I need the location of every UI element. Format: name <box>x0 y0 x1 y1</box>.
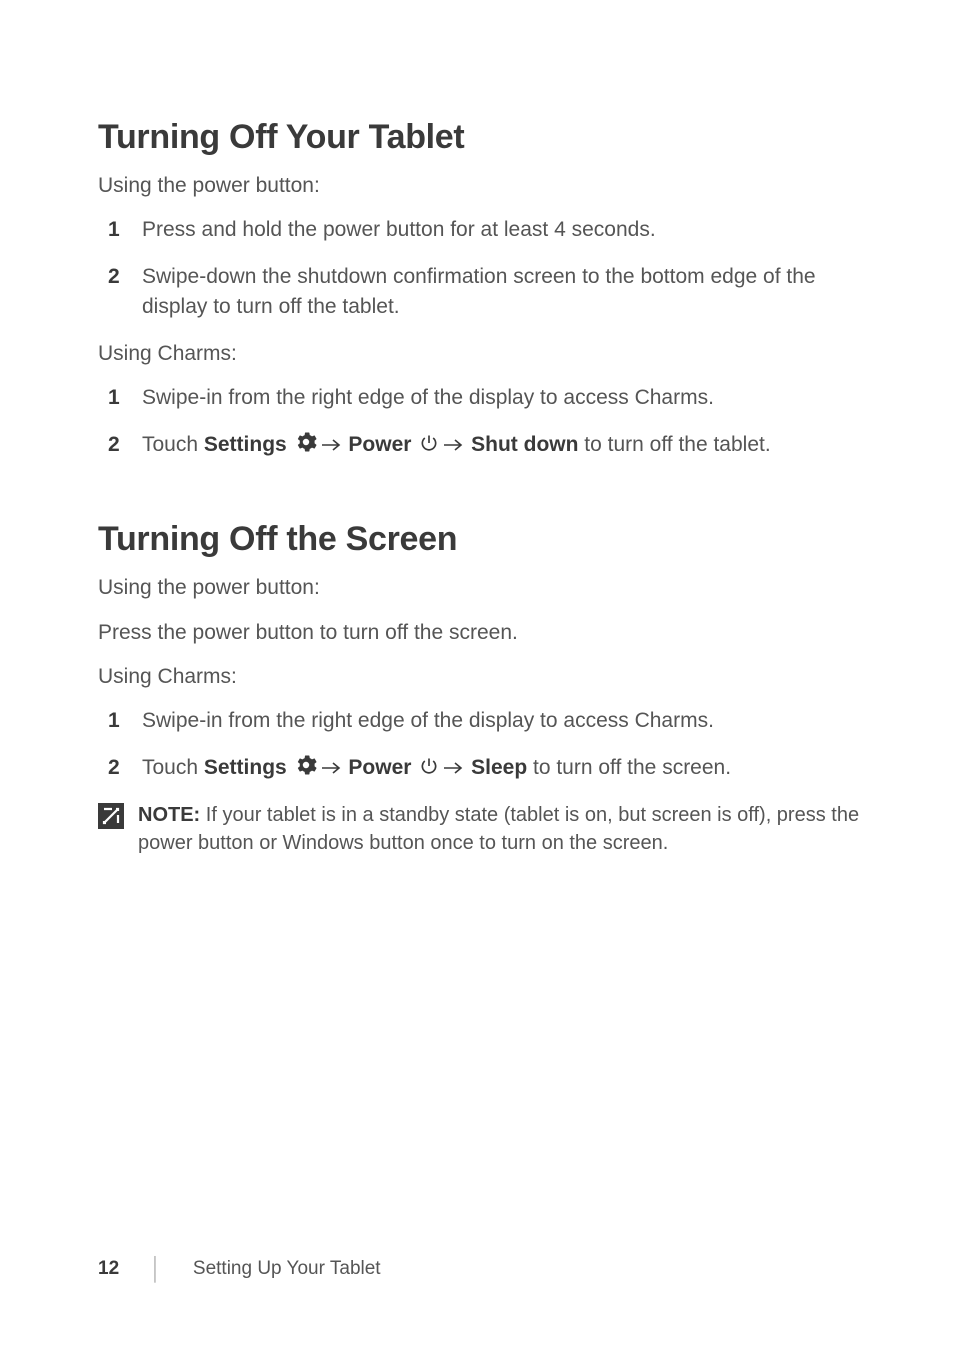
list-item: 1 Swipe-in from the right edge of the di… <box>98 706 862 736</box>
list-charms-1: 1 Swipe-in from the right edge of the di… <box>98 383 862 462</box>
list-text: Swipe-in from the right edge of the disp… <box>142 386 714 409</box>
list-item: 1 Press and hold the power button for at… <box>98 215 862 245</box>
list-power-button-1: 1 Press and hold the power button for at… <box>98 215 862 322</box>
heading-turning-off-screen: Turning Off the Screen <box>98 520 862 559</box>
list-item: 2 Swipe-down the shutdown confirmation s… <box>98 262 862 323</box>
settings-label: Settings <box>204 433 287 456</box>
power-icon <box>419 755 439 785</box>
note-text: NOTE: If your tablet is in a standby sta… <box>138 801 862 857</box>
gear-icon <box>295 754 317 785</box>
arrow-icon <box>443 431 463 461</box>
list-text-suffix: to turn off the screen. <box>527 756 731 779</box>
sleep-label: Sleep <box>471 756 527 779</box>
para-press-power: Press the power button to turn off the s… <box>98 618 862 648</box>
list-item: 2 Touch Settings Power Sleep to turn off… <box>98 753 862 785</box>
heading-turning-off-tablet: Turning Off Your Tablet <box>98 118 862 157</box>
chapter-title: Setting Up Your Tablet <box>193 1258 381 1280</box>
list-text-prefix: Touch <box>142 433 204 456</box>
intro-power-button-2: Using the power button: <box>98 573 862 603</box>
list-number: 2 <box>108 262 120 292</box>
intro-charms-1: Using Charms: <box>98 339 862 369</box>
settings-label: Settings <box>204 756 287 779</box>
list-charms-2: 1 Swipe-in from the right edge of the di… <box>98 706 862 785</box>
arrow-icon <box>443 754 463 784</box>
power-label: Power <box>348 756 411 779</box>
list-number: 1 <box>108 383 120 413</box>
list-text: Swipe-in from the right edge of the disp… <box>142 709 714 732</box>
intro-power-button-1: Using the power button: <box>98 171 862 201</box>
page-content: Turning Off Your Tablet Using the power … <box>0 0 954 857</box>
list-text: Press and hold the power button for at l… <box>142 218 656 241</box>
note-icon <box>98 803 124 829</box>
note-label: NOTE: <box>138 804 200 826</box>
list-number: 2 <box>108 430 120 460</box>
list-number: 1 <box>108 706 120 736</box>
power-icon <box>419 432 439 462</box>
intro-charms-2: Using Charms: <box>98 662 862 692</box>
page-number: 12 <box>98 1258 119 1280</box>
list-item: 2 Touch Settings Power Shut down to turn… <box>98 430 862 462</box>
power-label: Power <box>348 433 411 456</box>
list-text: Swipe-down the shutdown confirmation scr… <box>142 265 816 318</box>
list-text-suffix: to turn off the tablet. <box>578 433 770 456</box>
note-body: If your tablet is in a standby state (ta… <box>138 804 859 854</box>
list-text-prefix: Touch <box>142 756 204 779</box>
gear-icon <box>295 431 317 462</box>
footer-separator: │ <box>149 1256 163 1282</box>
list-item: 1 Swipe-in from the right edge of the di… <box>98 383 862 413</box>
list-number: 2 <box>108 753 120 783</box>
shutdown-label: Shut down <box>471 433 578 456</box>
list-number: 1 <box>108 215 120 245</box>
arrow-icon <box>321 754 341 784</box>
note-block: NOTE: If your tablet is in a standby sta… <box>98 801 862 857</box>
arrow-icon <box>321 431 341 461</box>
page-footer: 12 │ Setting Up Your Tablet <box>98 1256 381 1282</box>
